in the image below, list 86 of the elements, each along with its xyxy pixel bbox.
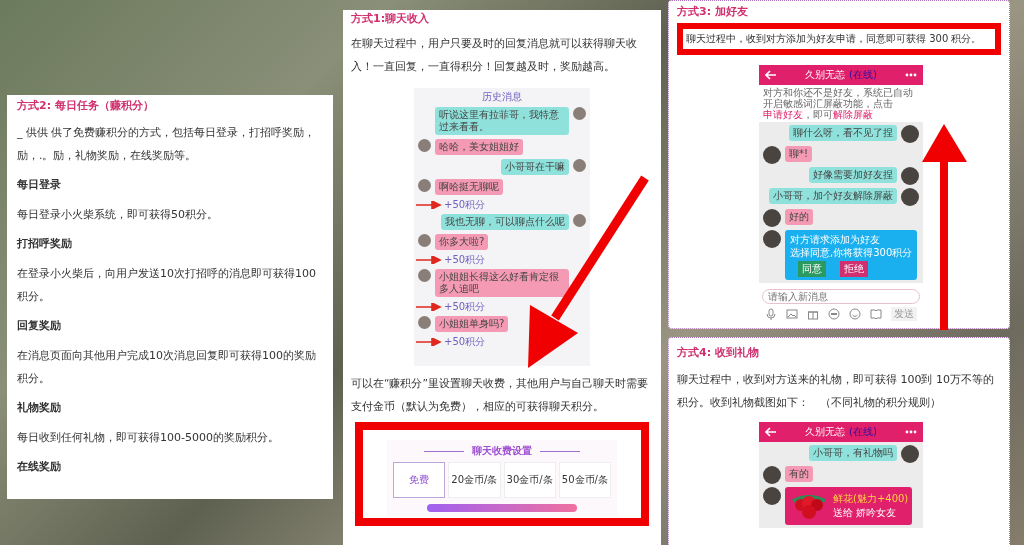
section-title: 方式4: 收到礼物 — [677, 346, 760, 360]
message-input[interactable]: 请输入新消息 — [762, 289, 920, 304]
online-status: (在线) — [849, 425, 877, 439]
arrow-icon — [416, 337, 442, 346]
chat-bubble: 小姐姐单身吗? — [435, 316, 509, 332]
avatar — [763, 230, 781, 248]
section-title: 方式1:聊天收入 — [351, 12, 431, 26]
avatar — [763, 487, 781, 505]
avatar — [901, 167, 919, 185]
chat-bubble: 小姐姐长得这么好看肯定很多人追吧 — [435, 269, 569, 297]
fee-option[interactable]: 50金币/条 — [558, 462, 611, 498]
avatar — [763, 209, 781, 227]
more-icon[interactable] — [905, 430, 917, 434]
fee-option[interactable]: 免费 — [393, 462, 446, 498]
back-icon[interactable] — [765, 427, 777, 437]
avatar — [901, 188, 919, 206]
microphone-icon[interactable] — [765, 308, 777, 320]
avatar — [763, 466, 781, 484]
panel-title: 聊天收费设置 — [472, 444, 532, 458]
reward-label: +50积分 — [444, 254, 486, 265]
more-icon[interactable] — [905, 73, 917, 77]
avatar — [418, 179, 431, 192]
paragraph: 在登录小火柴后，向用户发送10次打招呼的消息即可获得100积分。 — [17, 266, 317, 305]
chat-bubble: 好的 — [785, 209, 813, 225]
fee-option[interactable]: 20金币/条 — [448, 462, 501, 498]
subheading: 打招呼奖励 — [17, 236, 73, 252]
unblock-link[interactable]: 解除屏蔽 — [833, 109, 873, 120]
avatar — [901, 445, 919, 463]
back-icon[interactable] — [765, 70, 777, 80]
paragraph: 每日收到任何礼物，即可获得100-5000的奖励积分。 — [17, 430, 280, 446]
avatar — [573, 159, 586, 172]
chat-bubble: 哈哈，美女姐姐好 — [435, 139, 523, 155]
smiley-icon[interactable] — [849, 308, 861, 320]
subheading: 在线奖励 — [17, 459, 62, 475]
chat-bubble: 好像需要加好友捏 — [809, 167, 897, 183]
image-icon[interactable] — [786, 308, 798, 320]
avatar — [418, 269, 431, 282]
reward-label: +50积分 — [444, 336, 486, 347]
apply-link[interactable]: 申请好友 — [763, 109, 803, 120]
reward-label: +50积分 — [444, 199, 486, 210]
paragraph: 聊天过程中，收到对方添加为好友申请，同意即可获得 300 积分。 — [686, 32, 983, 46]
sticker-icon[interactable] — [828, 308, 840, 320]
arrow-icon — [416, 302, 442, 311]
paragraph: 可以在“赚积分”里设置聊天收费，其他用户与自己聊天时需要支付金币（默认为免费），相应的可获得聊天积分。 — [351, 376, 649, 414]
chat-bubble: 你多大啦? — [435, 234, 489, 250]
chat-bubble: 啊哈挺无聊呢 — [435, 179, 503, 195]
avatar — [573, 107, 586, 120]
gift-recipient: 送给 娇吟女友 — [833, 506, 898, 520]
fee-option[interactable]: 30金币/条 — [503, 462, 556, 498]
paragraph: _ 供供 供了免费赚积分的方式，包括每日登录，打招呼奖励，励，.。励，礼物奖励，在线奖励等。 — [17, 125, 317, 164]
avatar — [418, 139, 431, 152]
section-title: 方式3: 加好友 — [677, 5, 749, 19]
avatar — [573, 214, 586, 227]
arrow-icon — [416, 200, 442, 209]
send-button[interactable]: 发送 — [891, 307, 917, 321]
history-link[interactable]: 历史消息 — [482, 91, 522, 103]
avatar — [418, 234, 431, 247]
accept-button[interactable]: 同意 — [798, 261, 826, 277]
chat-bubble: 聊*! — [785, 146, 812, 162]
paragraph: 每日登录小火柴系统，即可获得50积分。 — [17, 207, 219, 223]
online-status: (在线) — [849, 68, 877, 82]
avatar — [763, 146, 781, 164]
request-subtitle: 选择同意,你将获得300积分 — [790, 247, 913, 259]
subheading: 礼物奖励 — [17, 400, 62, 416]
contact-name: 久别无恙 — [805, 425, 846, 439]
chat-bubble: 我也无聊，可以聊点什么呢 — [441, 214, 569, 230]
subheading: 每日登录 — [17, 177, 62, 193]
chat-bubble: 小哥哥在干嘛 — [501, 159, 569, 175]
reward-label: +50积分 — [444, 301, 486, 312]
subheading: 回复奖励 — [17, 318, 62, 334]
gift-name: 鲜花(魅力+400) — [833, 492, 909, 506]
reject-button[interactable]: 拒绝 — [840, 261, 868, 277]
chat-bubble: 有的 — [785, 466, 813, 482]
paragraph: 在消息页面向其他用户完成10次消息回复即可获得100的奖励积分。 — [17, 348, 317, 387]
paragraph: 在聊天过程中，用户只要及时的回复消息就可以获得聊天收入！一直回复，一直得积分！回复越及时，奖励越高。 — [351, 36, 638, 74]
contact-name: 久别无恙 — [805, 68, 846, 82]
section-title: 方式2: 每日任务（赚积分） — [17, 99, 155, 113]
chat-bubble: 小哥哥，有礼物吗 — [809, 445, 897, 461]
arrow-icon — [416, 255, 442, 264]
avatar — [418, 316, 431, 329]
avatar — [901, 125, 919, 143]
chat-bubble: 小哥哥，加个好友解除屏蔽 — [769, 188, 897, 204]
chat-bubble: 听说这里有拉菲哥，我特意过来看看。 — [435, 107, 569, 135]
chat-bubble: 聊什么呀，看不见了捏 — [789, 125, 897, 141]
request-title: 对方请求添加为好友 — [790, 233, 881, 247]
paragraph: 聊天过程中，收到对方送来的礼物，即可获得 100到 10万不等的积分。收到礼物截图如下： （不同礼物的积分规则） — [677, 372, 995, 411]
